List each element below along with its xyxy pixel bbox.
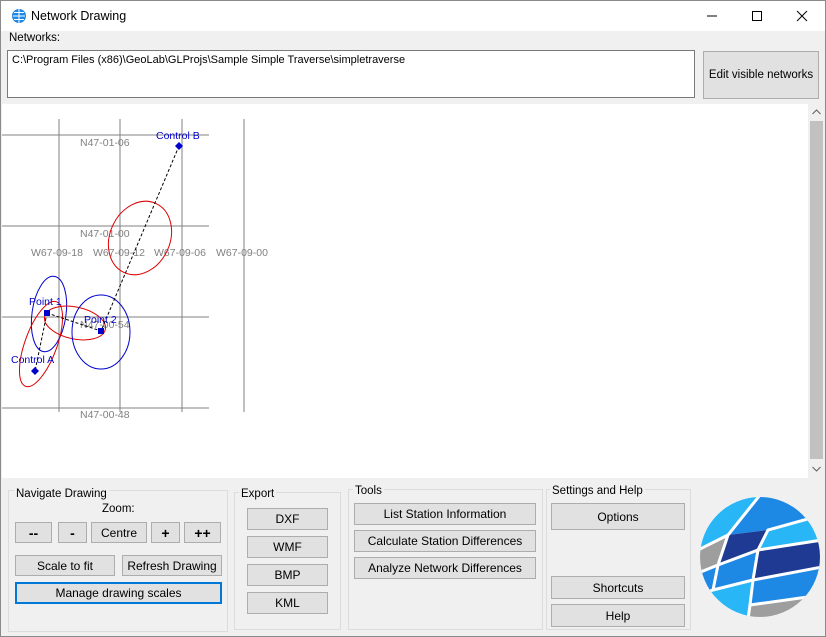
scroll-up-icon[interactable]	[812, 109, 821, 115]
station-label-control-b: Control B	[156, 130, 200, 142]
export-kml-button[interactable]: KML	[247, 592, 328, 614]
refresh-drawing-button[interactable]: Refresh Drawing	[122, 555, 222, 576]
tools-title: Tools	[353, 485, 384, 497]
export-dxf-button[interactable]: DXF	[247, 508, 328, 530]
networks-list[interactable]: C:\Program Files (x86)\GeoLab\GLProjs\Sa…	[7, 50, 695, 98]
settings-help-title: Settings and Help	[550, 485, 645, 497]
close-icon	[796, 10, 808, 22]
grid-label-lat4: N47-00-48	[80, 409, 130, 421]
title-bar: Network Drawing	[1, 1, 825, 31]
station-point-2-marker[interactable]	[98, 328, 104, 334]
station-control-a-marker[interactable]	[31, 367, 39, 375]
station-label-point-1: Point 1	[29, 296, 62, 308]
scroll-down-icon[interactable]	[812, 466, 821, 472]
zoom-in-more-button[interactable]: ++	[184, 522, 221, 543]
zoom-out-more-button[interactable]: --	[15, 522, 52, 543]
scrollbar-thumb[interactable]	[810, 121, 823, 459]
centre-button[interactable]: Centre	[91, 522, 147, 543]
manage-drawing-scales-button[interactable]: Manage drawing scales	[15, 582, 222, 604]
network-plot[interactable]: N47-01-06 N47-01-00 N47-00-54 N47-00-48 …	[2, 104, 808, 478]
close-button[interactable]	[779, 1, 825, 31]
zoom-in-button[interactable]: +	[151, 522, 180, 543]
window-title: Network Drawing	[31, 9, 127, 23]
minimize-icon	[707, 15, 717, 17]
station-label-control-a: Control A	[11, 354, 54, 366]
grid-label-lon3: W67-09-06	[154, 247, 206, 259]
zoom-label: Zoom:	[102, 503, 135, 515]
station-label-point-2: Point 2	[84, 314, 117, 326]
minimize-button[interactable]	[689, 1, 735, 31]
edit-visible-networks-button[interactable]: Edit visible networks	[703, 51, 819, 99]
app-globe-icon	[12, 9, 26, 23]
options-button[interactable]: Options	[551, 503, 685, 530]
network-path[interactable]: C:\Program Files (x86)\GeoLab\GLProjs\Sa…	[12, 54, 405, 66]
drawing-canvas[interactable]: N47-01-06 N47-01-00 N47-00-54 N47-00-48 …	[2, 104, 808, 478]
scale-to-fit-button[interactable]: Scale to fit	[15, 555, 115, 576]
export-bmp-button[interactable]: BMP	[247, 564, 328, 586]
maximize-button[interactable]	[734, 1, 780, 31]
calculate-station-differences-button[interactable]: Calculate Station Differences	[354, 530, 536, 552]
networks-label: Networks:	[9, 32, 61, 44]
grid-label-lon4: W67-09-00	[216, 247, 268, 259]
list-station-information-button[interactable]: List Station Information	[354, 503, 536, 525]
export-wmf-button[interactable]: WMF	[247, 536, 328, 558]
zoom-out-button[interactable]: -	[58, 522, 87, 543]
vertical-scrollbar[interactable]	[808, 104, 825, 478]
navigate-drawing-title: Navigate Drawing	[14, 488, 109, 500]
grid-label-lat1: N47-01-06	[80, 137, 130, 149]
analyze-network-differences-button[interactable]: Analyze Network Differences	[354, 557, 536, 579]
grid-label-lon2: W67-09-12	[93, 247, 145, 259]
help-button[interactable]: Help	[551, 604, 685, 627]
shortcuts-button[interactable]: Shortcuts	[551, 576, 685, 599]
grid-label-lat2: N47-01-00	[80, 228, 130, 240]
geolab-globe-logo	[700, 497, 820, 617]
network-drawing-window: Network Drawing Networks: C:\Program Fil…	[0, 0, 826, 637]
station-point-1-marker[interactable]	[44, 310, 50, 316]
maximize-icon	[752, 11, 762, 21]
export-title: Export	[239, 488, 277, 500]
grid-label-lon1: W67-09-18	[31, 247, 83, 259]
